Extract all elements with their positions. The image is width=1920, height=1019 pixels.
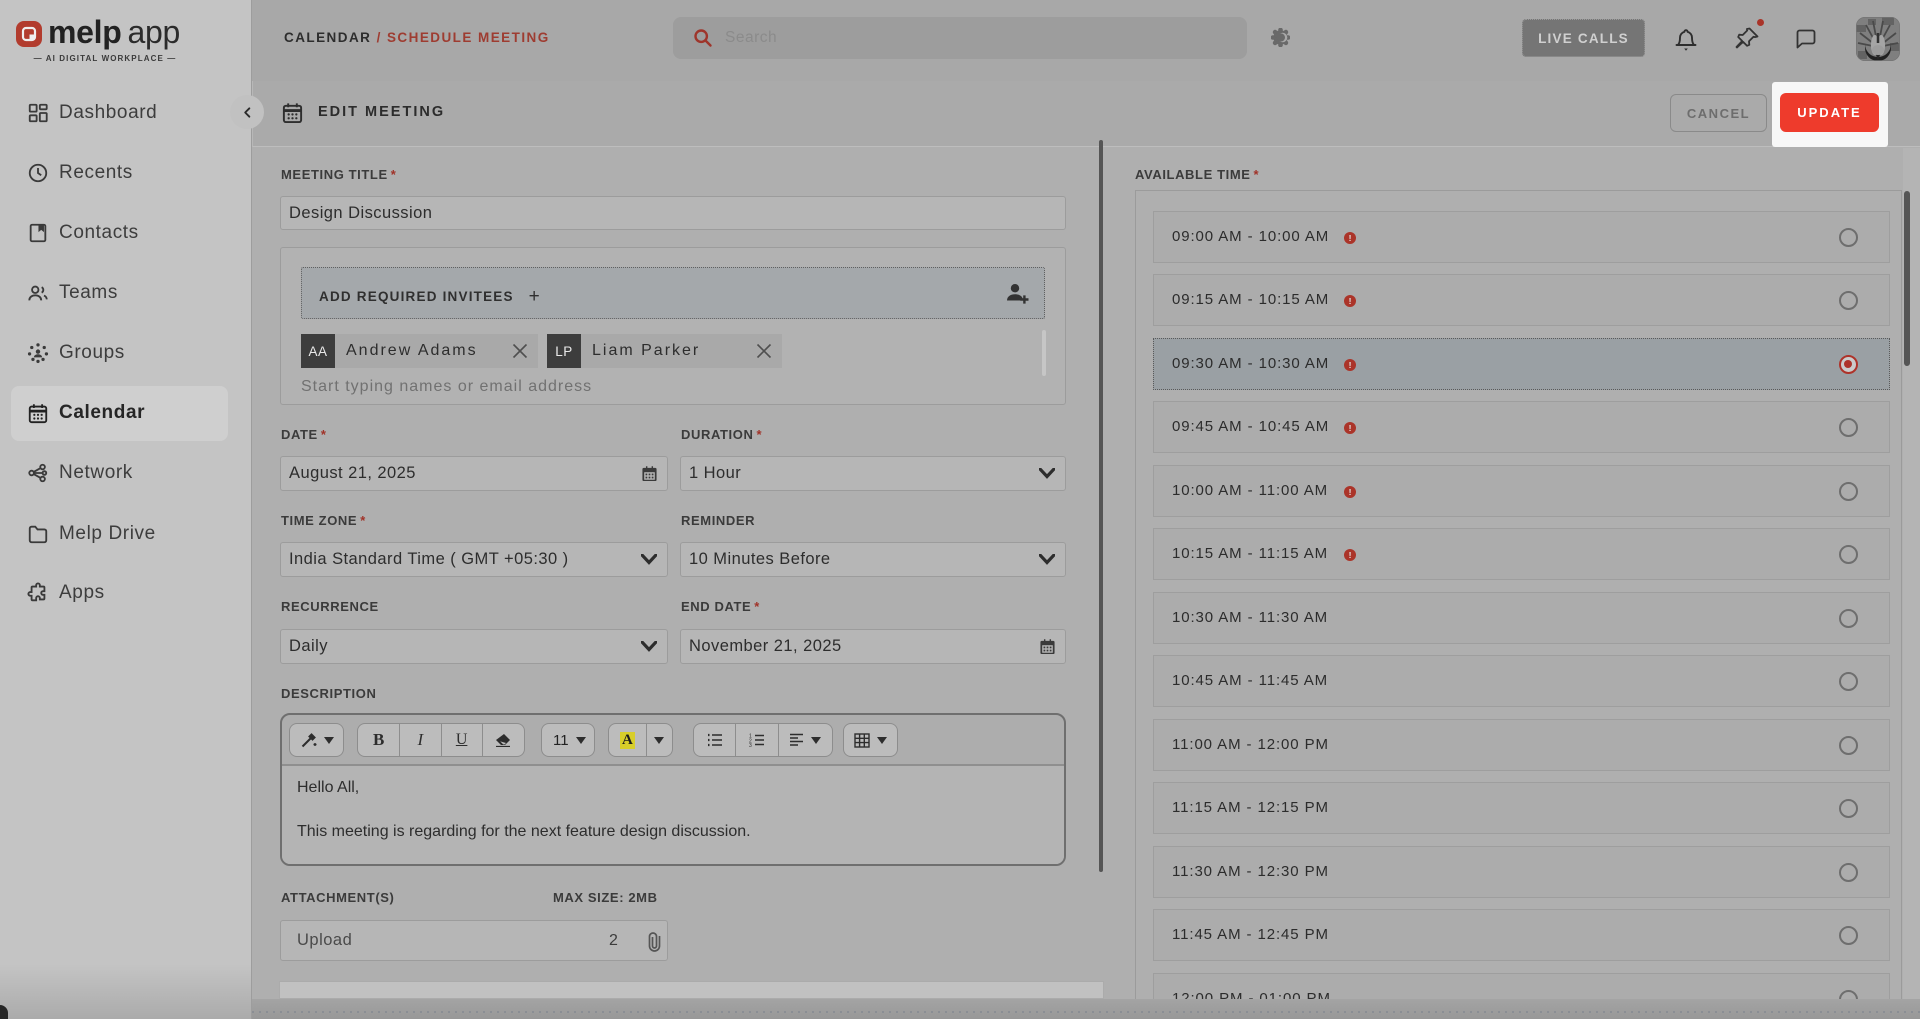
svg-text:3: 3 (749, 743, 752, 747)
